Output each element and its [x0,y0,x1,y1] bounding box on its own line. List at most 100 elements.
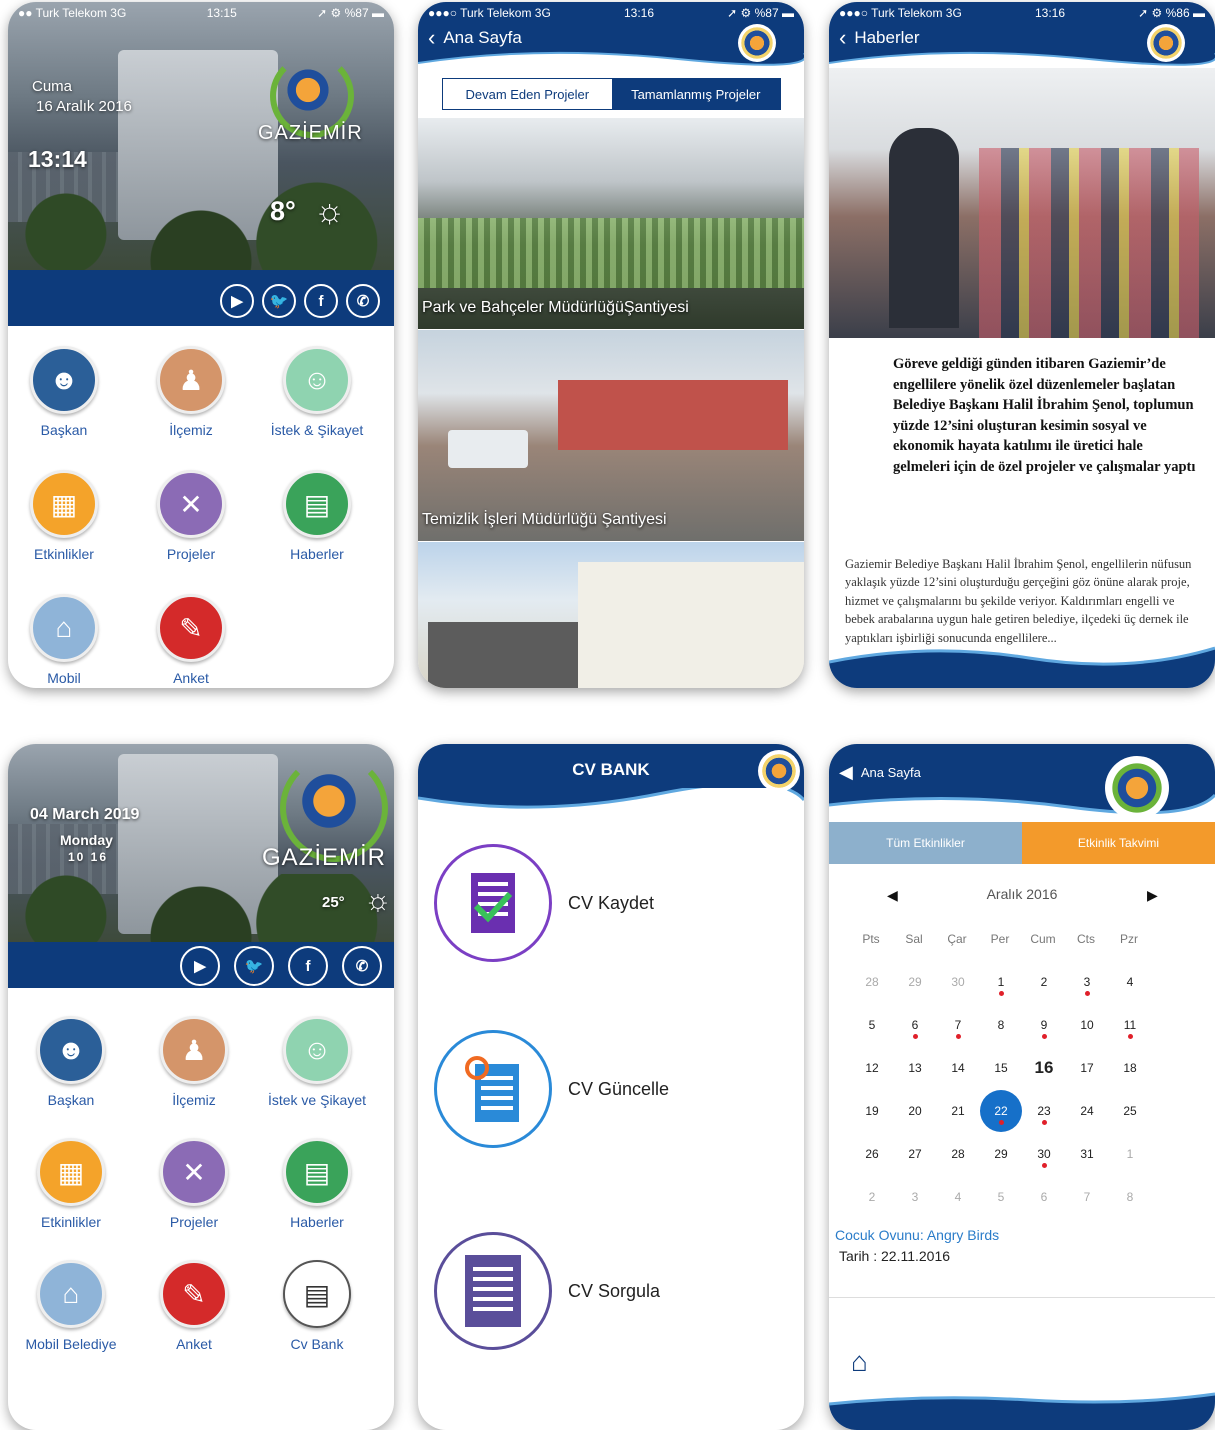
tab-completed[interactable]: Tamamlanmış Projeler [611,79,780,109]
home-icon[interactable]: ⌂ [851,1346,868,1378]
cv-save-row[interactable]: CV Kaydet [434,844,654,962]
menu-tile[interactable]: ⌂ Mobil Belediye [16,1260,126,1353]
calendar-day[interactable]: 20 [895,1102,935,1142]
event-dot [998,991,1004,996]
day-number: 7 [954,1018,962,1032]
phone-icon[interactable]: ✆ [346,284,380,318]
calendar-day[interactable]: 10 [1067,1016,1107,1056]
cv-search-row[interactable]: CV Sorgula [434,1232,660,1350]
tools-icon: ✕ [157,470,225,538]
calendar-day[interactable]: 30 [1024,1145,1064,1185]
calendar-day[interactable]: 25 [1110,1102,1150,1142]
menu-tile[interactable]: ☺ İstek & Şikayet [262,346,372,439]
menu-tile[interactable]: ▤ Haberler [262,470,372,563]
menu-tile[interactable]: ✎ Anket [136,594,246,687]
calendar-day[interactable]: 16 [1024,1059,1064,1099]
menu-tile[interactable]: ✕ Projeler [136,470,246,563]
project-card[interactable]: Park ve Bahçeler MüdürlüğüŞantiyesi [418,118,804,329]
calendar-day[interactable]: 8 [981,1016,1021,1056]
calendar-day[interactable]: 17 [1067,1059,1107,1099]
menu-tile[interactable]: ☻ Başkan [9,346,119,439]
home-screen-1: ●● Turk Telekom 3G 13:15 ➚ ⚙ %87 ▬ Cuma … [8,2,394,688]
youtube-icon[interactable]: ▶ [220,284,254,318]
menu-tile[interactable]: ▦ Etkinlikler [9,470,119,563]
calendar-day[interactable]: 23 [1024,1102,1064,1142]
calendar-day[interactable]: 1 [1110,1145,1150,1185]
clock: 13:14 [28,146,87,172]
cv-bank-screen: CV BANK CV Kaydet CV Güncelle CV Sorgula [418,744,804,1430]
calendar-day[interactable]: 28 [938,1145,978,1185]
calendar-day[interactable]: 2 [1024,973,1064,1013]
calendar-day[interactable]: 13 [895,1059,935,1099]
back-button[interactable]: ◀ Ana Sayfa [839,762,921,783]
menu-tile[interactable]: ▤ Cv Bank [262,1260,372,1353]
calendar-icon: ▦ [30,470,98,538]
project-card[interactable]: Temizlik İşleri Müdürlüğü Şantiyesi [418,330,804,541]
calendar-day[interactable]: 3 [895,1188,935,1228]
calendar-day[interactable]: 1 [981,973,1021,1013]
event-title[interactable]: Cocuk Ovunu: Angry Birds [835,1227,999,1243]
calendar-day[interactable]: 14 [938,1059,978,1099]
menu-tile[interactable]: ♟ İlçemiz [139,1016,249,1109]
calendar-day[interactable]: 8 [1110,1188,1150,1228]
cv-update-row[interactable]: CV Güncelle [434,1030,669,1148]
twitter-icon[interactable]: 🐦 [262,284,296,318]
calendar-day[interactable]: 2 [852,1188,892,1228]
twitter-icon[interactable]: 🐦 [234,946,274,986]
cv-header: CV BANK [418,744,804,812]
menu-tile[interactable]: ▤ Haberler [262,1138,372,1231]
calendar-day[interactable]: 4 [1110,973,1150,1013]
events-tabs: Tüm Etkinlikler Etkinlik Takvimi [829,822,1215,864]
tab-ongoing[interactable]: Devam Eden Projeler [443,79,612,109]
calendar-day[interactable]: 12 [852,1059,892,1099]
menu-tile[interactable]: ☻ Başkan [16,1016,126,1109]
calendar-day[interactable]: 19 [852,1102,892,1142]
project-card[interactable] [418,542,804,688]
event-date: Tarih : 22.11.2016 [839,1248,951,1264]
calendar-day[interactable]: 21 [938,1102,978,1142]
calendar-day[interactable]: 29 [981,1145,1021,1185]
day-number: 1 [1126,1147,1134,1161]
calendar-day[interactable]: 31 [1067,1145,1107,1185]
weekday-header: Per [990,932,1010,946]
calendar-day[interactable]: 30 [938,973,978,1013]
day-number: 3 [1083,975,1091,989]
tab-event-calendar[interactable]: Etkinlik Takvimi [1022,822,1215,864]
calendar-day[interactable]: 22 [981,1102,1021,1142]
menu-tile[interactable]: ✕ Projeler [139,1138,249,1231]
news-screen: ‹ Haberler ●●●○ Turk Telekom 3G 13:16 ➚ ⚙… [829,2,1215,688]
statue-icon: ♟ [160,1016,228,1084]
menu-tile[interactable]: ▦ Etkinlikler [16,1138,126,1231]
calendar-icon: ▦ [37,1138,105,1206]
calendar-day[interactable]: 27 [895,1145,935,1185]
calendar-day[interactable]: 18 [1110,1059,1150,1099]
date: 16 Aralık 2016 [36,98,132,115]
tab-all-events[interactable]: Tüm Etkinlikler [829,822,1022,864]
youtube-icon[interactable]: ▶ [180,946,220,986]
back-button[interactable]: ‹ Ana Sayfa [428,27,522,49]
menu-tile[interactable]: ⌂ Mobil [9,594,119,687]
calendar-day[interactable]: 26 [852,1145,892,1185]
menu-tile[interactable]: ✎ Anket [139,1260,249,1353]
calendar-day[interactable]: 3 [1067,973,1107,1013]
calendar-day[interactable]: 11 [1110,1016,1150,1056]
calendar-day[interactable]: 28 [852,973,892,1013]
menu-tile[interactable]: ♟ İlçemiz [136,346,246,439]
calendar-day[interactable]: 24 [1067,1102,1107,1142]
back-button[interactable]: ‹ Haberler [839,27,920,49]
next-month-icon[interactable]: ▶ [1147,887,1158,904]
phone-icon[interactable]: ✆ [342,946,382,986]
calendar-day[interactable]: 7 [1067,1188,1107,1228]
calendar-day[interactable]: 7 [938,1016,978,1056]
calendar-day[interactable]: 6 [1024,1188,1064,1228]
calendar-day[interactable]: 29 [895,973,935,1013]
calendar-day[interactable]: 5 [852,1016,892,1056]
calendar-day[interactable]: 9 [1024,1016,1064,1056]
menu-tile[interactable]: ☺ İstek ve Şikayet [262,1016,372,1109]
calendar-day[interactable]: 6 [895,1016,935,1056]
facebook-icon[interactable]: f [288,946,328,986]
facebook-icon[interactable]: f [304,284,338,318]
carrier: ●●●○ Turk Telekom 3G [839,6,962,20]
calendar-day[interactable]: 5 [981,1188,1021,1228]
calendar-day[interactable]: 4 [938,1188,978,1228]
